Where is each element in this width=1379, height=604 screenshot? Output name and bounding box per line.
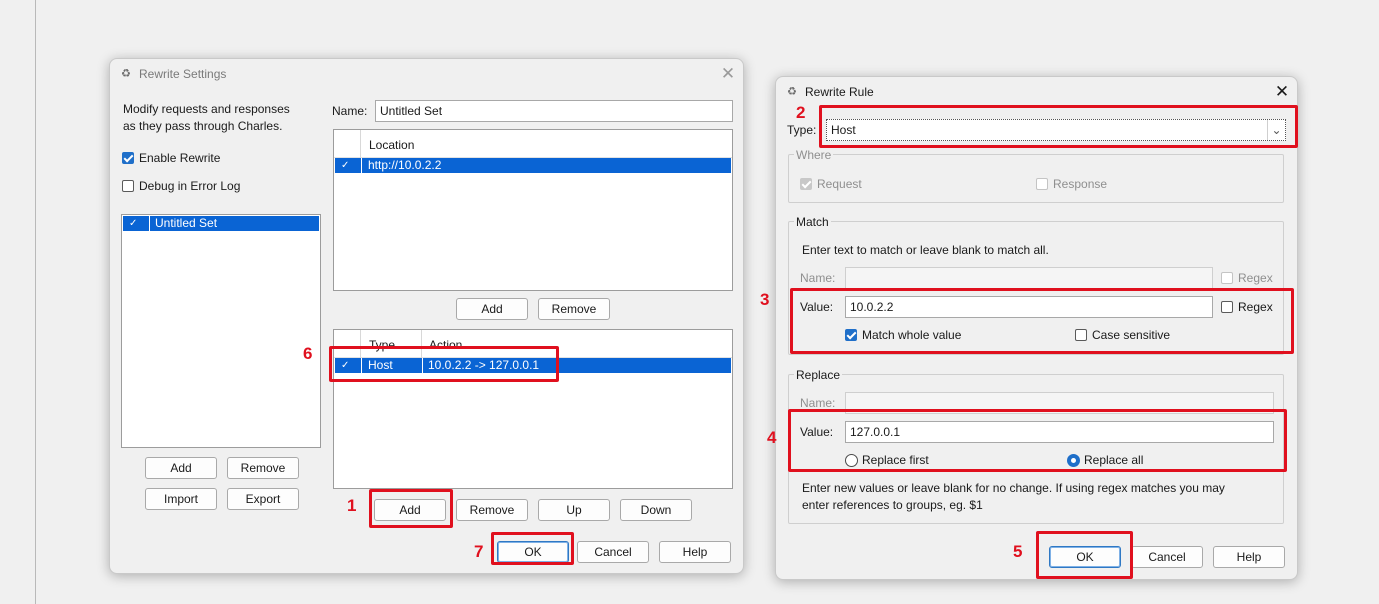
replace-group-title: Replace (794, 368, 843, 382)
title-bar: ♻ Rewrite Settings ✕ (110, 59, 743, 89)
down-button[interactable]: Down (620, 499, 692, 521)
enable-rewrite-checkbox[interactable] (122, 152, 134, 164)
help-button[interactable]: Help (1213, 546, 1285, 568)
column-separator (360, 130, 361, 158)
add-location-button[interactable]: Add (456, 298, 528, 320)
help-button[interactable]: Help (659, 541, 731, 563)
set-name-field[interactable]: Untitled Set (375, 100, 733, 122)
window-edge-divider (35, 0, 36, 604)
match-name-regex-checkbox[interactable] (1221, 272, 1233, 284)
table-row[interactable]: ✓ http://10.0.2.2 (335, 158, 731, 173)
add-set-button[interactable]: Add (145, 457, 217, 479)
sets-list[interactable]: ✓ Untitled Set (121, 214, 321, 448)
import-button[interactable]: Import (145, 488, 217, 510)
description-line-2: as they pass through Charles. (123, 119, 283, 133)
match-name-label: Name: (800, 271, 836, 285)
close-icon[interactable]: ✕ (717, 63, 739, 85)
highlight-box-step-1 (369, 489, 453, 528)
replace-hint-line-1: Enter new values or leave blank for no c… (802, 481, 1225, 495)
locations-table[interactable]: Location ✓ http://10.0.2.2 (333, 129, 733, 291)
set-name: Untitled Set (155, 216, 218, 230)
type-label: Type: (787, 123, 817, 137)
step-number-1: 1 (347, 496, 357, 515)
where-group-title: Where (794, 148, 834, 162)
cancel-button[interactable]: Cancel (1131, 546, 1203, 568)
location-column-header[interactable]: Location (369, 138, 414, 152)
charles-app-icon: ♻ (787, 86, 797, 98)
highlight-box-step-7 (491, 532, 574, 565)
row-separator (149, 216, 150, 231)
step-number-2: 2 (796, 103, 806, 122)
highlight-box-step-6 (329, 346, 559, 382)
highlight-box-step-3 (790, 288, 1294, 354)
window-title: Rewrite Settings (139, 67, 227, 81)
match-hint: Enter text to match or leave blank to ma… (802, 243, 1049, 257)
step-number-3: 3 (760, 290, 770, 309)
enable-rewrite-label: Enable Rewrite (139, 151, 221, 165)
match-group-title: Match (794, 215, 831, 229)
highlight-box-step-5 (1036, 531, 1133, 579)
export-button[interactable]: Export (227, 488, 299, 510)
debug-error-log-label: Debug in Error Log (139, 179, 241, 193)
row-separator (361, 158, 362, 173)
step-number-6: 6 (303, 344, 313, 363)
debug-error-log-checkbox[interactable] (122, 180, 134, 192)
match-name-regex-label: Regex (1238, 271, 1273, 285)
title-bar: ♻ Rewrite Rule ✕ (776, 77, 1297, 107)
check-icon[interactable]: ✓ (341, 158, 349, 173)
window-title: Rewrite Rule (805, 85, 874, 99)
check-icon[interactable]: ✓ (129, 216, 137, 231)
match-name-field[interactable] (845, 267, 1213, 289)
remove-set-button[interactable]: Remove (227, 457, 299, 479)
close-icon[interactable]: ✕ (1271, 81, 1293, 103)
request-label: Request (817, 177, 862, 191)
highlight-box-step-2 (819, 105, 1298, 148)
remove-location-button[interactable]: Remove (538, 298, 610, 320)
response-label: Response (1053, 177, 1108, 191)
remove-rule-button[interactable]: Remove (456, 499, 528, 521)
name-label: Name: (332, 104, 368, 118)
step-number-7: 7 (474, 542, 484, 561)
charles-app-icon: ♻ (121, 68, 131, 80)
location-value: http://10.0.2.2 (368, 158, 442, 172)
cancel-button[interactable]: Cancel (577, 541, 649, 563)
step-number-5: 5 (1013, 542, 1023, 561)
replace-name-label: Name: (800, 396, 836, 410)
highlight-box-step-4 (788, 409, 1287, 472)
request-checkbox[interactable] (800, 178, 812, 190)
response-checkbox[interactable] (1036, 178, 1048, 190)
locations-header: Location (334, 130, 732, 158)
up-button[interactable]: Up (538, 499, 610, 521)
step-number-4: 4 (767, 428, 777, 447)
replace-hint-line-2: enter references to groups, eg. $1 (802, 498, 983, 512)
description-line-1: Modify requests and responses (123, 102, 290, 116)
list-item[interactable]: ✓ Untitled Set (123, 216, 319, 231)
